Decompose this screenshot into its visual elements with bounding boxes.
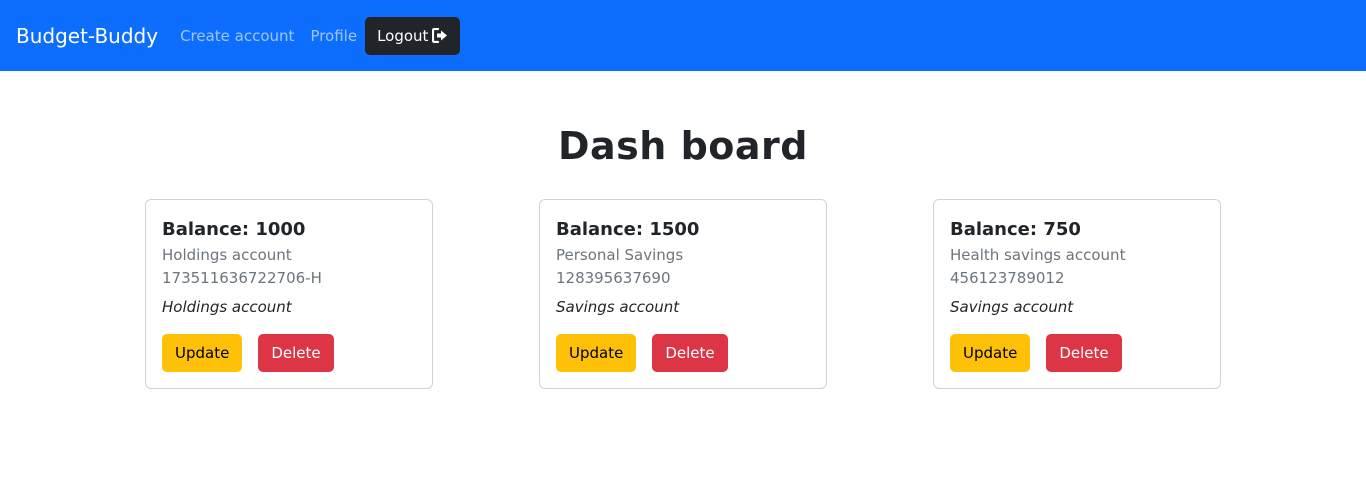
card-actions: Update Delete xyxy=(162,334,416,372)
nav-link-create-account[interactable]: Create account xyxy=(180,27,294,45)
account-type: Holdings account xyxy=(162,298,292,316)
card-actions: Update Delete xyxy=(950,334,1204,372)
update-button[interactable]: Update xyxy=(950,334,1031,372)
logout-button[interactable]: Logout xyxy=(365,16,461,55)
page-title: Dash board xyxy=(558,124,808,168)
delete-button[interactable]: Delete xyxy=(258,334,334,372)
account-name: Holdings account xyxy=(162,246,292,264)
sign-out-icon xyxy=(432,28,448,43)
logout-label: Logout xyxy=(377,26,429,45)
account-name: Personal Savings xyxy=(556,246,684,264)
top-navbar: Budget-Buddy Create account Profile Logo… xyxy=(0,0,1366,71)
account-number: 456123789012 xyxy=(950,269,1065,287)
account-balance: Balance: 750 xyxy=(950,219,1081,240)
brand-link[interactable]: Budget-Buddy xyxy=(16,24,158,48)
account-type: Savings account xyxy=(950,298,1074,316)
nav-link-profile[interactable]: Profile xyxy=(310,27,357,45)
account-balance: Balance: 1500 xyxy=(556,219,700,240)
update-button[interactable]: Update xyxy=(556,334,637,372)
account-card: Balance: 1500 Personal Savings 128395637… xyxy=(539,199,827,389)
card-actions: Update Delete xyxy=(556,334,810,372)
account-type: Savings account xyxy=(556,298,680,316)
account-card: Balance: 1000 Holdings account 173511636… xyxy=(145,199,433,389)
account-card: Balance: 750 Health savings account 4561… xyxy=(933,199,1221,389)
update-button[interactable]: Update xyxy=(162,334,243,372)
delete-button[interactable]: Delete xyxy=(1046,334,1122,372)
account-cards: Balance: 1000 Holdings account 173511636… xyxy=(0,199,1366,389)
account-name: Health savings account xyxy=(950,246,1126,264)
account-number: 173511636722706-H xyxy=(162,269,322,287)
account-balance: Balance: 1000 xyxy=(162,219,306,240)
account-number: 128395637690 xyxy=(556,269,671,287)
delete-button[interactable]: Delete xyxy=(652,334,728,372)
